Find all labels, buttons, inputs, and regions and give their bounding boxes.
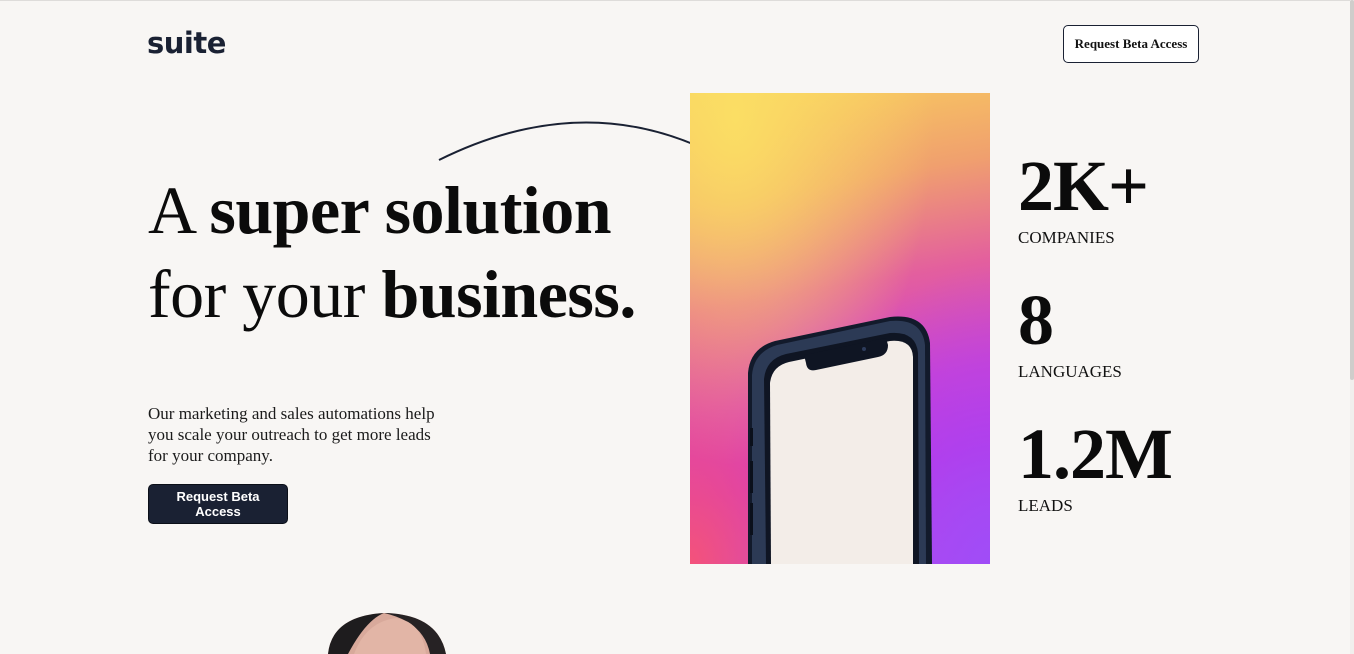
stat-value: 8 — [1018, 280, 1054, 360]
stat-companies: 2K+ COMPANIES — [1018, 146, 1149, 248]
stat-languages: 8 LANGUAGES — [1018, 284, 1122, 382]
header-request-beta-button[interactable]: Request Beta Access — [1063, 25, 1199, 63]
headline-line2-regular: for your — [148, 256, 382, 332]
headline-line1-bold: super solution — [209, 172, 612, 248]
person-photo — [328, 613, 446, 654]
phone-icon — [748, 316, 932, 564]
scrollbar[interactable] — [1350, 0, 1354, 654]
top-border — [0, 0, 1354, 1]
stat-label: LANGUAGES — [1018, 362, 1122, 381]
stat-value: 2K+ — [1018, 146, 1149, 226]
brand-logo[interactable]: suite — [147, 26, 226, 60]
hero-request-beta-button[interactable]: Request Beta Access — [148, 484, 288, 524]
hero-headline: A super solution for your business. — [148, 168, 688, 336]
hero-subcopy: Our marketing and sales automations help… — [148, 404, 435, 465]
stat-label: COMPANIES — [1018, 228, 1115, 247]
stat-leads: 1.2M LEADS — [1018, 414, 1173, 516]
stat-label: LEADS — [1018, 496, 1073, 515]
phone-hero-image — [690, 93, 990, 564]
stat-value: 1.2M — [1018, 414, 1173, 494]
headline-line1-regular: A — [148, 172, 210, 248]
headline-line2-bold: business. — [381, 256, 636, 332]
scrollbar-thumb[interactable] — [1350, 0, 1354, 380]
